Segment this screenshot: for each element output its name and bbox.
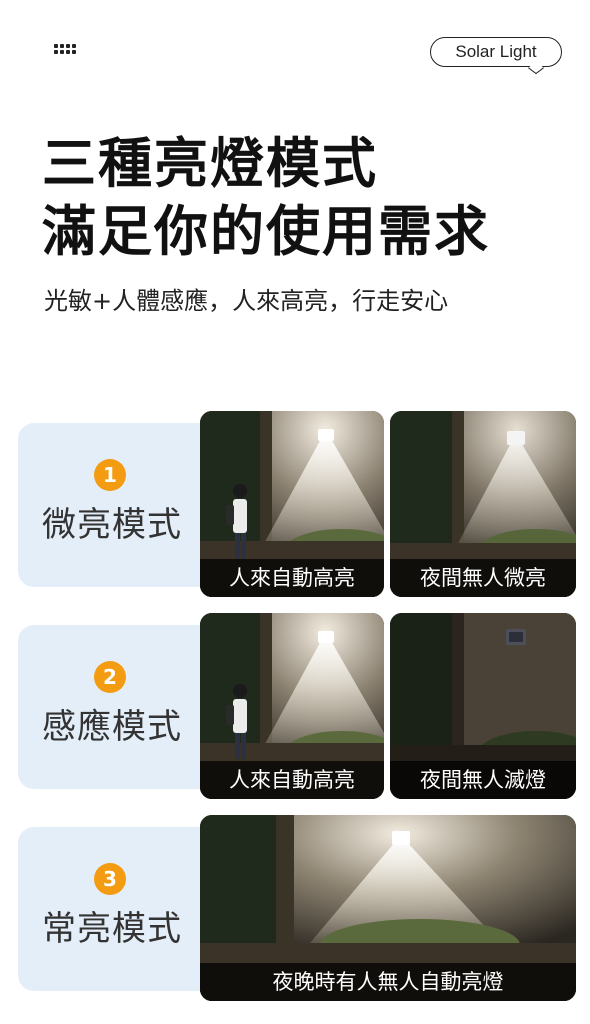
mode-photo-person-bright: 人來自動高亮 bbox=[200, 613, 384, 799]
page-title: 三種亮燈模式 滿足你的使用需求 bbox=[42, 130, 490, 266]
mode-row-dim: 1 微亮模式 人來自動高亮 夜間無人微亮 bbox=[18, 411, 578, 599]
mode-photo-person-bright: 人來自動高亮 bbox=[200, 411, 384, 597]
mode-row-always-on: 3 常亮模式 夜晚時有人無人自動亮燈 bbox=[18, 815, 578, 1003]
page-subtitle: 光敏+人體感應，人來高亮，行走安心 bbox=[44, 287, 449, 315]
photo-caption: 夜間無人滅燈 bbox=[390, 761, 576, 799]
brand-label: Solar Light bbox=[430, 37, 562, 67]
mode-photo-empty-dim: 夜間無人微亮 bbox=[390, 411, 576, 597]
mode-photo-empty-off: 夜間無人滅燈 bbox=[390, 613, 576, 799]
mode-number-badge: 1 bbox=[94, 459, 126, 491]
mode-number-badge: 3 bbox=[94, 863, 126, 895]
mode-row-sensor: 2 感應模式 人來自動高亮 夜間無人滅燈 bbox=[18, 613, 578, 801]
mode-name: 常亮模式 bbox=[42, 909, 182, 949]
photo-caption: 夜晚時有人無人自動亮燈 bbox=[200, 963, 576, 1001]
grid-dots-icon[interactable] bbox=[54, 44, 78, 54]
photo-caption: 人來自動高亮 bbox=[200, 761, 384, 799]
mode-name: 微亮模式 bbox=[42, 505, 182, 545]
photo-caption: 人來自動高亮 bbox=[200, 559, 384, 597]
mode-photo-always-on: 夜晚時有人無人自動亮燈 bbox=[200, 815, 576, 1001]
mode-number-badge: 2 bbox=[94, 661, 126, 693]
mode-name: 感應模式 bbox=[42, 707, 182, 747]
title-line-1: 三種亮燈模式 bbox=[42, 132, 378, 195]
photo-caption: 夜間無人微亮 bbox=[390, 559, 576, 597]
title-line-2: 滿足你的使用需求 bbox=[42, 200, 490, 263]
